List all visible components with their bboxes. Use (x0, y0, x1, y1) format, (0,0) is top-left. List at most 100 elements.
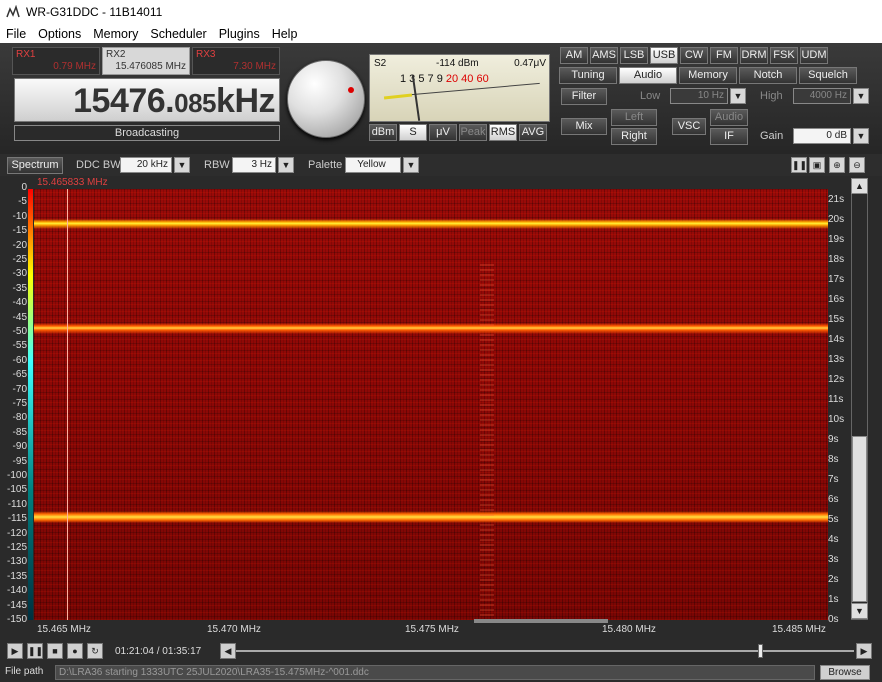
time-tick: 18s (828, 254, 845, 265)
palette-value[interactable]: Yellow (345, 157, 401, 173)
rx1-freq: 0.79 MHz (53, 61, 96, 72)
rx2-freq: 15.476085 MHz (115, 61, 186, 72)
loop-icon[interactable]: ↻ (87, 643, 103, 659)
frequency-unit: kHz (216, 82, 275, 120)
zoom-out-icon[interactable]: ⊖ (849, 157, 865, 173)
spectrum-button[interactable]: Spectrum (7, 157, 63, 174)
y-tick: -15 (12, 225, 27, 237)
scroll-down-icon[interactable]: ▼ (851, 603, 868, 619)
rx3-freq: 7.30 MHz (233, 61, 276, 72)
menu-file[interactable]: File (6, 27, 26, 41)
filter-button[interactable]: Filter (561, 88, 607, 105)
y-tick: -115 (7, 513, 27, 525)
file-path-field[interactable]: D:\LRA36 starting 1333UTC 25JUL2020\LRA3… (55, 665, 815, 680)
time-tick: 4s (828, 534, 839, 545)
mix-button[interactable]: Mix (561, 118, 607, 135)
playback-thumb[interactable] (758, 644, 763, 658)
left-button[interactable]: Left (611, 109, 657, 126)
vsc-button[interactable]: VSC (672, 118, 706, 135)
pause-playback-icon[interactable]: ❚❚ (27, 643, 43, 659)
gain-dropdown-icon[interactable]: ▼ (853, 128, 869, 144)
seek-right-icon[interactable]: ▶ (856, 643, 872, 659)
high-value[interactable]: 4000 Hz (793, 88, 851, 104)
browse-button[interactable]: Browse (820, 665, 870, 680)
pause-icon[interactable]: ❚❚ (791, 157, 807, 173)
frequency-display[interactable]: 15476.085kHz (14, 78, 280, 122)
menu-memory[interactable]: Memory (93, 27, 138, 41)
tab-squelch[interactable]: Squelch (799, 67, 857, 84)
menu-plugins[interactable]: Plugins (219, 27, 260, 41)
y-tick: -80 (12, 412, 27, 424)
mode-ams[interactable]: AMS (590, 47, 618, 64)
mode-fsk[interactable]: FSK (770, 47, 798, 64)
waterfall-display[interactable] (34, 189, 828, 620)
tab-memory[interactable]: Memory (679, 67, 737, 84)
time-tick: 20s (828, 214, 845, 225)
meter-dbm-button[interactable]: dBm (369, 124, 397, 141)
y-tick: -90 (12, 441, 27, 453)
tab-tuning[interactable]: Tuning (559, 67, 617, 84)
title-bar: WR-G31DDC - 11B14011 (0, 0, 882, 24)
meter-avg-button[interactable]: AVG (519, 124, 547, 141)
meter-s-button[interactable]: S (399, 124, 427, 141)
y-tick: -145 (6, 599, 27, 611)
high-dropdown-icon[interactable]: ▼ (853, 88, 869, 104)
stop-icon[interactable]: ■ (47, 643, 63, 659)
menu-help[interactable]: Help (272, 27, 298, 41)
y-tick: -130 (6, 556, 27, 568)
mode-am[interactable]: AM (560, 47, 588, 64)
ddc-bw-value[interactable]: 20 kHz (120, 157, 172, 173)
menu-scheduler[interactable]: Scheduler (150, 27, 206, 41)
rbw-dropdown-icon[interactable]: ▼ (278, 157, 294, 173)
meter-rms-button[interactable]: RMS (489, 124, 517, 141)
gain-label: Gain (760, 130, 784, 142)
time-tick: 7s (828, 474, 839, 485)
tab-audio[interactable]: Audio (619, 67, 677, 84)
tab-notch[interactable]: Notch (739, 67, 797, 84)
play-icon[interactable]: ▶ (7, 643, 23, 659)
cursor-frequency-label: 15.465833 MHz (37, 177, 108, 188)
meter-uv-button[interactable]: μV (429, 124, 457, 141)
y-tick: -35 (12, 282, 27, 294)
right-button[interactable]: Right (611, 128, 657, 145)
high-label: High (760, 90, 783, 102)
rbw-value[interactable]: 3 Hz (232, 157, 276, 173)
y-tick: -5 (18, 196, 27, 208)
palette-dropdown-icon[interactable]: ▼ (403, 157, 419, 173)
meter-dbm-value: -114 dBm (436, 58, 479, 69)
mode-udm[interactable]: UDM (800, 47, 828, 64)
bandwidth-marker[interactable] (474, 619, 608, 623)
low-dropdown-icon[interactable]: ▼ (730, 88, 746, 104)
frequency-cursor (67, 189, 68, 620)
meter-peak-button[interactable]: Peak (459, 124, 487, 141)
scroll-up-icon[interactable]: ▲ (851, 178, 868, 194)
menu-options[interactable]: Options (38, 27, 81, 41)
record-icon[interactable]: ● (67, 643, 83, 659)
time-tick: 1s (828, 594, 839, 605)
mode-lsb[interactable]: LSB (620, 47, 648, 64)
zoom-in-icon[interactable]: ⊕ (829, 157, 845, 173)
x-tick: 15.480 MHz (602, 624, 656, 635)
low-value[interactable]: 10 Hz (670, 88, 728, 104)
rbw-label: RBW (204, 159, 230, 171)
rx3-tab[interactable]: RX3 7.30 MHz (192, 47, 280, 75)
gain-value[interactable]: 0 dB (793, 128, 851, 144)
if-source-button[interactable]: IF (710, 128, 748, 145)
audio-source-button[interactable]: Audio (710, 109, 748, 126)
save-icon[interactable]: ▣ (809, 157, 825, 173)
y-tick: -60 (12, 354, 27, 366)
scroll-thumb[interactable] (852, 436, 867, 602)
rx2-tab[interactable]: RX2 15.476085 MHz (102, 47, 190, 75)
y-tick: -45 (12, 311, 27, 323)
y-tick: -110 (7, 498, 27, 510)
tuning-knob[interactable] (287, 60, 365, 138)
mode-usb[interactable]: USB (650, 47, 678, 64)
mode-cw[interactable]: CW (680, 47, 708, 64)
ddc-bw-dropdown-icon[interactable]: ▼ (174, 157, 190, 173)
seek-left-icon[interactable]: ◀ (220, 643, 236, 659)
mode-label: Broadcasting (14, 125, 280, 141)
mode-fm[interactable]: FM (710, 47, 738, 64)
rx1-tab[interactable]: RX1 0.79 MHz (12, 47, 100, 75)
mode-drm[interactable]: DRM (740, 47, 768, 64)
file-path-label: File path (5, 666, 44, 677)
